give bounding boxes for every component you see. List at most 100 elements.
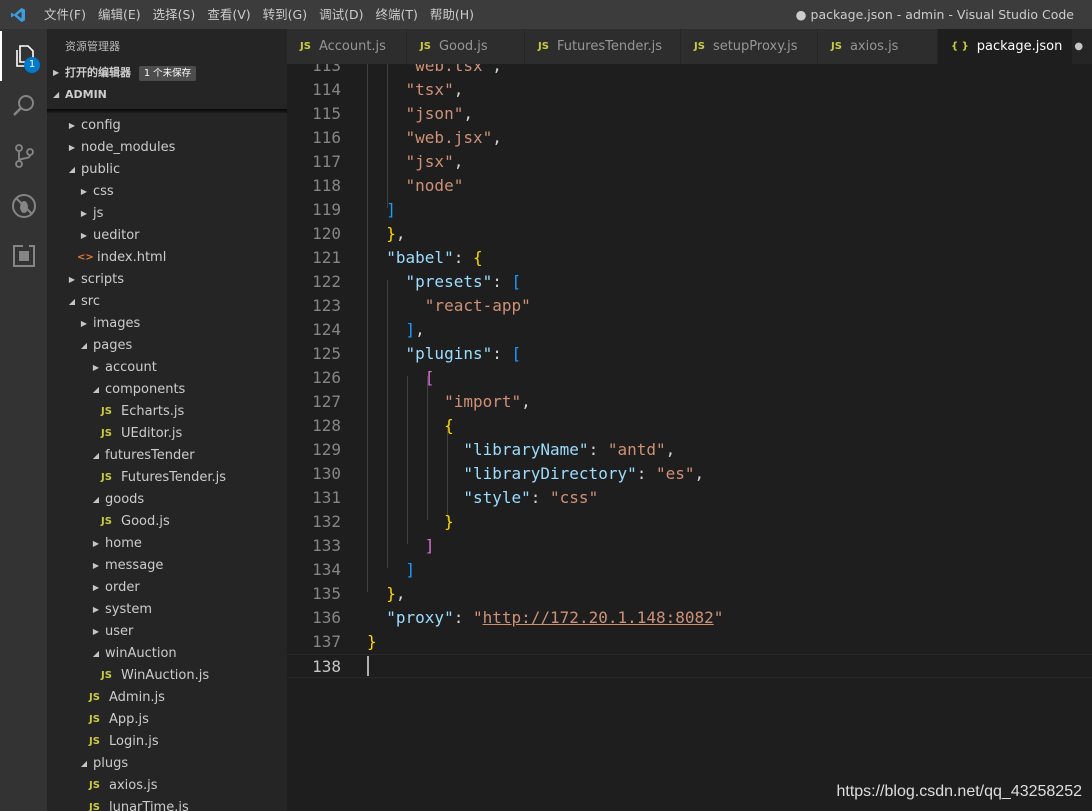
- tree-file[interactable]: JS lunarTime.js: [47, 797, 287, 811]
- code-line[interactable]: 118 "node": [287, 174, 1092, 198]
- code-line[interactable]: 136 "proxy": "http://172.20.1.148:8082": [287, 606, 1092, 630]
- editor-tab[interactable]: JS Account.js: [287, 29, 407, 64]
- menu-item[interactable]: 调试(D): [313, 0, 369, 29]
- line-number: 119: [312, 200, 341, 219]
- tree-file[interactable]: JS Echarts.js: [47, 401, 287, 423]
- code-line[interactable]: 121 "babel": {: [287, 246, 1092, 270]
- tree-folder[interactable]: ▶ images: [47, 313, 287, 335]
- code-line[interactable]: 116 "web.jsx",: [287, 126, 1092, 150]
- tree-folder[interactable]: ◢ components: [47, 379, 287, 401]
- tree-folder[interactable]: ▶ scripts: [47, 269, 287, 291]
- code-line[interactable]: 115 "json",: [287, 102, 1092, 126]
- menu-item[interactable]: 转到(G): [257, 0, 313, 29]
- code-line[interactable]: 132 }: [287, 510, 1092, 534]
- debug-icon[interactable]: [0, 181, 47, 231]
- tree-file[interactable]: JS FuturesTender.js: [47, 467, 287, 489]
- code-line[interactable]: 113 "web.tsx",: [287, 64, 1092, 78]
- code-editor[interactable]: 113 "web.tsx", 114 "tsx", 115 "json", 116 "…: [287, 64, 1092, 811]
- vscode-logo-icon[interactable]: [0, 0, 36, 29]
- code-text: "plugins": [: [367, 342, 522, 366]
- tree-folder[interactable]: ▶ system: [47, 599, 287, 621]
- code-line[interactable]: 120 },: [287, 222, 1092, 246]
- code-line[interactable]: 127 "import",: [287, 390, 1092, 414]
- tree-file[interactable]: JS App.js: [47, 709, 287, 731]
- code-line[interactable]: 130 "libraryDirectory": "es",: [287, 462, 1092, 486]
- tree-folder[interactable]: ◢ goods: [47, 489, 287, 511]
- tree-folder[interactable]: ◢ futuresTender: [47, 445, 287, 467]
- code-line[interactable]: 122 "presets": [: [287, 270, 1092, 294]
- editor-tab[interactable]: { } package.json ●: [938, 29, 1083, 64]
- tree-folder[interactable]: ▶ message: [47, 555, 287, 577]
- tree-item-label: UEditor.js: [121, 426, 183, 441]
- code-line[interactable]: 128 {: [287, 414, 1092, 438]
- menu-item[interactable]: 选择(S): [147, 0, 202, 29]
- tree-folder[interactable]: ▶ order: [47, 577, 287, 599]
- tree-folder[interactable]: ◢ pages: [47, 335, 287, 357]
- code-token: {: [472, 248, 483, 267]
- code-line[interactable]: 133 ]: [287, 534, 1092, 558]
- code-line[interactable]: 135 },: [287, 582, 1092, 606]
- code-line[interactable]: 124 ],: [287, 318, 1092, 342]
- tree-file[interactable]: JS UEditor.js: [47, 423, 287, 445]
- code-line[interactable]: 123 "react-app": [287, 294, 1092, 318]
- menu-item[interactable]: 查看(V): [201, 0, 256, 29]
- code-line[interactable]: 131 "style": "css": [287, 486, 1092, 510]
- code-line[interactable]: 114 "tsx",: [287, 78, 1092, 102]
- code-text: {: [367, 414, 454, 438]
- code-line[interactable]: 134 ]: [287, 558, 1092, 582]
- root-folder-section[interactable]: ◢ ADMIN: [47, 84, 287, 106]
- explorer-icon[interactable]: 1: [0, 31, 47, 81]
- editor-tab[interactable]: JS axios.js: [818, 29, 938, 64]
- code-link[interactable]: http://172.20.1.148:8082: [483, 608, 714, 627]
- menu-item[interactable]: 终端(T): [369, 0, 423, 29]
- code-line[interactable]: 126 [: [287, 366, 1092, 390]
- menu-item[interactable]: 编辑(E): [92, 0, 147, 29]
- code-line[interactable]: 129 "libraryName": "antd",: [287, 438, 1092, 462]
- tree-file[interactable]: JS axios.js: [47, 775, 287, 797]
- code-text: "presets": [: [367, 270, 522, 294]
- extensions-icon[interactable]: [0, 231, 47, 281]
- menu-item[interactable]: 帮助(H): [424, 0, 480, 29]
- tree-folder[interactable]: ▶ ueditor: [47, 225, 287, 247]
- tree-folder[interactable]: ▶ account: [47, 357, 287, 379]
- tree-folder[interactable]: ◢ plugs: [47, 753, 287, 775]
- tree-file[interactable]: JS WinAuction.js: [47, 665, 287, 687]
- chevron-right-icon: ▶: [92, 627, 100, 636]
- line-number: 137: [312, 632, 341, 651]
- tree-folder[interactable]: ◢ winAuction: [47, 643, 287, 665]
- code-text: "web.jsx",: [367, 126, 502, 150]
- source-control-icon[interactable]: [0, 131, 47, 181]
- tree-file[interactable]: JS Login.js: [47, 731, 287, 753]
- line-number: 117: [312, 152, 341, 171]
- tree-folder[interactable]: ▶ node_modules: [47, 137, 287, 159]
- code-line[interactable]: 125 "plugins": [: [287, 342, 1092, 366]
- code-token: ,: [492, 64, 502, 75]
- tree-file[interactable]: <> index.html: [47, 247, 287, 269]
- editor-tab[interactable]: JS Good.js: [407, 29, 525, 64]
- tree-file[interactable]: JS Good.js: [47, 511, 287, 533]
- tree-file[interactable]: JS Admin.js: [47, 687, 287, 709]
- file-tree: ▶ config ▶ node_modules ◢ public ▶ css ▶ js ▶ uedit…: [47, 109, 287, 811]
- tree-folder[interactable]: ◢ src: [47, 291, 287, 313]
- tree-folder[interactable]: ▶ user: [47, 621, 287, 643]
- open-editors-section[interactable]: ▶ 打开的编辑器 1 个未保存: [47, 62, 287, 84]
- code-line[interactable]: 119 ]: [287, 198, 1092, 222]
- line-number: 121: [312, 248, 341, 267]
- code-line[interactable]: 137}: [287, 630, 1092, 654]
- editor-tab[interactable]: JS FuturesTender.js: [525, 29, 681, 64]
- code-line[interactable]: 138: [287, 654, 1092, 678]
- tree-folder[interactable]: ▶ home: [47, 533, 287, 555]
- code-line[interactable]: 117 "jsx",: [287, 150, 1092, 174]
- chevron-right-icon: ▶: [92, 583, 100, 592]
- editor-tab[interactable]: JS setupProxy.js: [681, 29, 818, 64]
- tree-folder[interactable]: ▶ css: [47, 181, 287, 203]
- menu-item[interactable]: 文件(F): [38, 0, 92, 29]
- tree-folder[interactable]: ◢ public: [47, 159, 287, 181]
- unsaved-dot-icon[interactable]: ●: [1074, 29, 1083, 64]
- search-icon[interactable]: [0, 81, 47, 131]
- tree-folder[interactable]: ▶ js: [47, 203, 287, 225]
- tree-folder[interactable]: ▶ config: [47, 115, 287, 137]
- chevron-right-icon: ▶: [92, 605, 100, 614]
